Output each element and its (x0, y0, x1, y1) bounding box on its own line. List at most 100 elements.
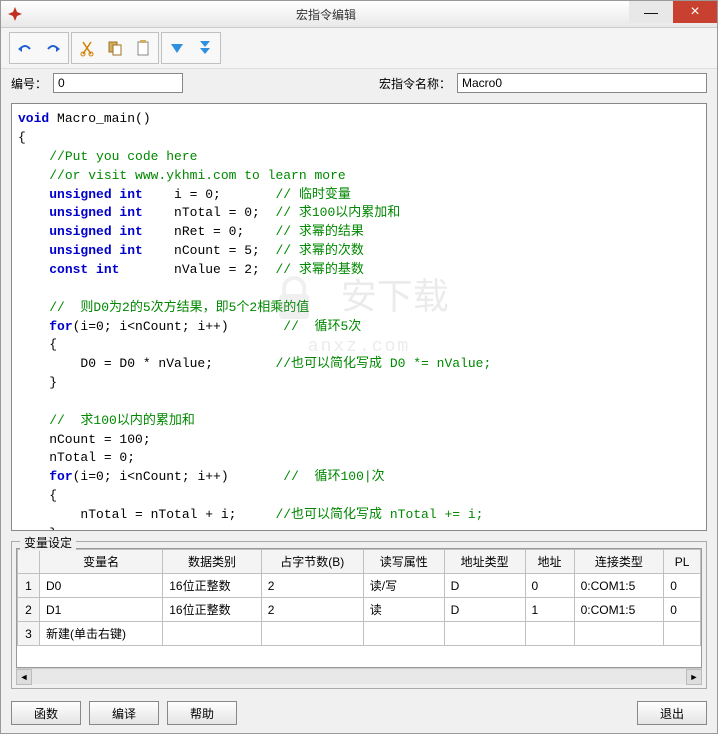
compile-button[interactable]: 编译 (89, 701, 159, 725)
cell[interactable] (525, 622, 574, 646)
table-row[interactable]: 2D116位正整数2读D10:COM1:50 (18, 598, 701, 622)
table-row[interactable]: 1D016位正整数2读/写D00:COM1:50 (18, 574, 701, 598)
help-button[interactable]: 帮助 (167, 701, 237, 725)
cell[interactable] (163, 622, 262, 646)
cell[interactable]: 新建(单击右键) (40, 622, 163, 646)
column-header[interactable]: 地址 (525, 550, 574, 574)
code-line: unsigned int nCount = 5; // 求幂的次数 (18, 242, 700, 261)
code-line: //or visit www.ykhmi.com to learn more (18, 167, 700, 186)
column-header[interactable] (18, 550, 40, 574)
code-line: // 则D0为2的5次方结果，即5个2相乘的值 (18, 299, 700, 318)
cell[interactable]: 0 (525, 574, 574, 598)
code-line: } (18, 525, 700, 531)
bottom-bar: 函数 编译 帮助 退出 (1, 693, 717, 733)
cell[interactable]: D (444, 598, 525, 622)
app-icon (7, 6, 23, 22)
cell[interactable]: 0:COM1:5 (574, 598, 664, 622)
cell[interactable] (664, 622, 701, 646)
double-chevron-down-icon (196, 39, 214, 57)
code-line: { (18, 129, 700, 148)
column-header[interactable]: PL (664, 550, 701, 574)
paste-button[interactable] (130, 35, 156, 61)
cut-button[interactable] (74, 35, 100, 61)
toolbar (1, 28, 717, 69)
cell[interactable]: 2 (261, 574, 363, 598)
toolbar-group-2 (71, 32, 159, 64)
step-down-button[interactable] (164, 35, 190, 61)
column-header[interactable]: 地址类型 (444, 550, 525, 574)
code-line: D0 = D0 * nValue; //也可以简化写成 D0 *= nValue… (18, 355, 700, 374)
cell[interactable]: 0 (664, 598, 701, 622)
undo-button[interactable] (12, 35, 38, 61)
column-header[interactable]: 数据类别 (163, 550, 262, 574)
scroll-left-arrow-icon[interactable]: ◄ (16, 669, 32, 685)
redo-icon (44, 39, 62, 57)
name-input[interactable] (457, 73, 707, 93)
function-button[interactable]: 函数 (11, 701, 81, 725)
minimize-button[interactable]: — (629, 1, 673, 23)
cell[interactable]: D1 (40, 598, 163, 622)
code-line (18, 393, 700, 412)
code-line: unsigned int nTotal = 0; // 求100以内累加和 (18, 204, 700, 223)
column-header[interactable]: 占字节数(B) (261, 550, 363, 574)
number-label: 编号： (11, 75, 47, 92)
row-number[interactable]: 1 (18, 574, 40, 598)
cell[interactable] (363, 622, 444, 646)
code-line: for(i=0; i<nCount; i++) // 循环100|次 (18, 468, 700, 487)
cell[interactable]: 读/写 (363, 574, 444, 598)
copy-icon (106, 39, 124, 57)
variable-panel-legend: 变量设定 (20, 534, 76, 551)
code-line: void Macro_main() (18, 110, 700, 129)
cell[interactable]: 16位正整数 (163, 598, 262, 622)
row-number[interactable]: 2 (18, 598, 40, 622)
redo-button[interactable] (40, 35, 66, 61)
macro-editor-window: 宏指令编辑 — × 编号： 宏指令名称： 安下载 anxz.c (0, 0, 718, 734)
table-row[interactable]: 3新建(单击右键) (18, 622, 701, 646)
cell[interactable] (444, 622, 525, 646)
variable-grid-wrap: 变量名数据类别占字节数(B)读写属性地址类型地址连接类型PL1D016位正整数2… (16, 548, 702, 668)
field-row: 编号： 宏指令名称： (1, 69, 717, 97)
cell[interactable]: 0:COM1:5 (574, 574, 664, 598)
window-title: 宏指令编辑 (23, 6, 629, 23)
close-button[interactable]: × (673, 1, 717, 23)
toolbar-group-1 (9, 32, 69, 64)
code-line: nTotal = nTotal + i; //也可以简化写成 nTotal +=… (18, 506, 700, 525)
code-editor[interactable]: 安下载 anxz.com void Macro_main(){ //Put yo… (11, 103, 707, 531)
code-line: unsigned int nRet = 0; // 求幂的结果 (18, 223, 700, 242)
step-all-button[interactable] (192, 35, 218, 61)
number-input[interactable] (53, 73, 183, 93)
cell[interactable]: 读 (363, 598, 444, 622)
undo-icon (16, 39, 34, 57)
scroll-right-arrow-icon[interactable]: ► (686, 669, 702, 685)
cell[interactable]: 0 (664, 574, 701, 598)
cell[interactable] (574, 622, 664, 646)
code-line (18, 280, 700, 299)
chevron-down-icon (168, 39, 186, 57)
column-header[interactable]: 连接类型 (574, 550, 664, 574)
cell[interactable]: 16位正整数 (163, 574, 262, 598)
paste-icon (134, 39, 152, 57)
titlebar: 宏指令编辑 — × (1, 1, 717, 28)
cell[interactable]: 2 (261, 598, 363, 622)
cell[interactable] (261, 622, 363, 646)
titlebar-buttons: — × (629, 1, 717, 27)
horizontal-scrollbar[interactable]: ◄ ► (16, 668, 702, 684)
code-line: const int nValue = 2; // 求幂的基数 (18, 261, 700, 280)
column-header[interactable]: 读写属性 (363, 550, 444, 574)
code-line: { (18, 336, 700, 355)
name-label: 宏指令名称： (379, 75, 451, 92)
cell[interactable]: D0 (40, 574, 163, 598)
cut-icon (78, 39, 96, 57)
row-number[interactable]: 3 (18, 622, 40, 646)
cell[interactable]: 1 (525, 598, 574, 622)
cell[interactable]: D (444, 574, 525, 598)
code-line: //Put you code here (18, 148, 700, 167)
variable-grid[interactable]: 变量名数据类别占字节数(B)读写属性地址类型地址连接类型PL1D016位正整数2… (17, 549, 701, 646)
code-line: nTotal = 0; (18, 449, 700, 468)
code-line: for(i=0; i<nCount; i++) // 循环5次 (18, 318, 700, 337)
variable-panel: 变量设定 变量名数据类别占字节数(B)读写属性地址类型地址连接类型PL1D016… (11, 541, 707, 689)
exit-button[interactable]: 退出 (637, 701, 707, 725)
code-line: nCount = 100; (18, 431, 700, 450)
column-header[interactable]: 变量名 (40, 550, 163, 574)
copy-button[interactable] (102, 35, 128, 61)
